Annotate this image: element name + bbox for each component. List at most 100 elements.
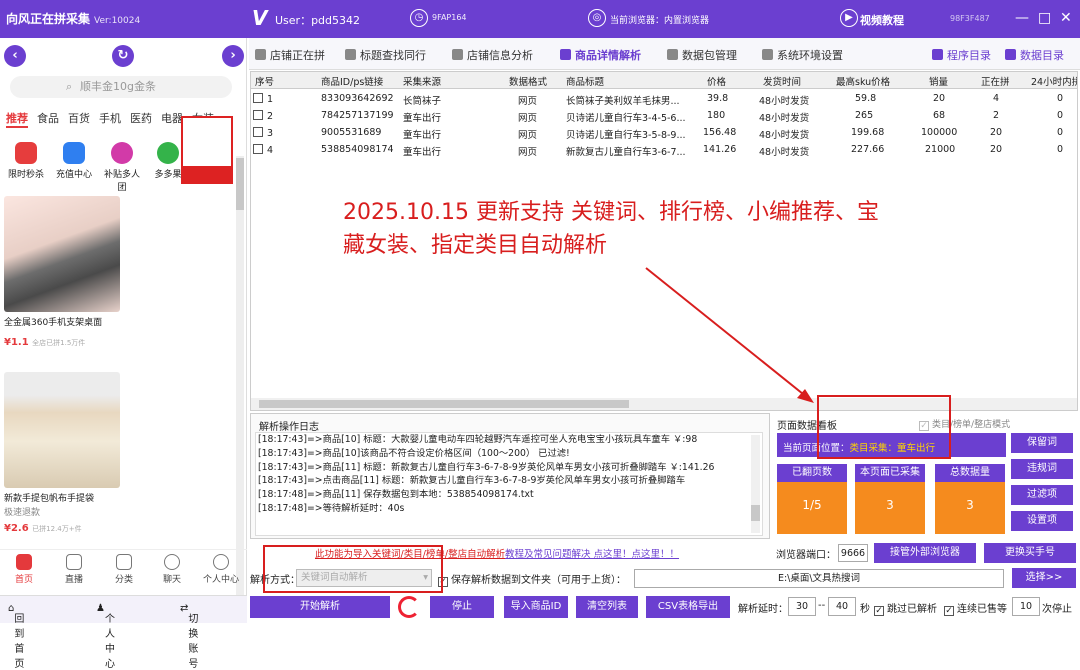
column-header[interactable]: 价格 xyxy=(707,74,726,88)
log-line: [18:17:48]=>商品[11] 保存数据包到本地：538854098174… xyxy=(258,489,534,501)
column-header[interactable]: 24小时内拼 xyxy=(1031,74,1077,88)
product-card[interactable]: 新款手提包帆布手提袋 极速退款 ¥2.6 已拼12.4万+件 xyxy=(4,372,120,534)
log-textarea[interactable]: [18:17:43]=>商品[10] 标题：大款婴儿童电动车四轮越野汽车遥控可坐… xyxy=(255,432,763,536)
csv-export-button[interactable]: CSV表格导出 xyxy=(646,596,730,618)
column-header[interactable]: 数据格式 xyxy=(509,74,547,88)
stat-total: 总数据量 3 xyxy=(935,464,1005,534)
minimize-button[interactable]: — xyxy=(1015,10,1029,26)
log-line: [18:17:43]=>商品[11] 标题：新款复古儿童自行车3-6-7-8-9… xyxy=(258,461,715,473)
check-icon: ✓ xyxy=(874,606,884,616)
save-folder-checkbox[interactable]: ✓ 保存解析数据到文件夹（可用于上货）： xyxy=(438,571,626,587)
switch-account-button[interactable]: ⇄ 切换账号 xyxy=(180,603,198,670)
database-icon xyxy=(667,49,678,60)
search-input[interactable]: ⌕ 顺丰金10g金条 xyxy=(10,76,232,98)
column-header[interactable]: 商品ID/ps链接 xyxy=(321,74,383,88)
tab-shops[interactable]: 店铺正在拼 xyxy=(255,47,325,63)
tab-shop-analysis[interactable]: 店铺信息分析 xyxy=(452,47,533,63)
row-checkbox[interactable] xyxy=(253,127,263,137)
settings-button[interactable]: 设置项 xyxy=(1011,511,1073,531)
cat-tab[interactable]: 电器 xyxy=(161,110,183,126)
tab-env[interactable]: 系统环境设置 xyxy=(762,47,843,63)
port-input[interactable]: 9666 xyxy=(838,544,868,562)
filter-button[interactable]: 过滤项 xyxy=(1011,485,1073,505)
cell: 9005531689 xyxy=(321,127,382,138)
left-scrollbar[interactable] xyxy=(236,156,244,611)
nav-home[interactable]: 首页 xyxy=(4,554,44,585)
import-ids-button[interactable]: 导入商品ID xyxy=(504,596,568,618)
column-header[interactable]: 商品标题 xyxy=(566,74,604,88)
product-sold: 全店已拼1.5万件 xyxy=(32,339,86,347)
keep-words-button[interactable]: 保留词 xyxy=(1011,433,1073,453)
table-row[interactable]: 4 538854098174 童车出行 网页 新款复古儿童自行车3-6-7...… xyxy=(251,142,1077,159)
cat-tab[interactable]: 食品 xyxy=(37,110,59,126)
tab-keyword[interactable]: 标题查找同行 xyxy=(345,47,426,63)
start-parse-button[interactable]: 开始解析 xyxy=(250,596,390,618)
choose-folder-button[interactable]: 选择>> xyxy=(1012,568,1076,588)
switch-buyer-button[interactable]: 更换买手号 xyxy=(984,543,1076,563)
stop-button[interactable]: 停止 xyxy=(430,596,494,618)
column-header[interactable]: 销量 xyxy=(929,74,948,88)
consecutive-sold-checkbox[interactable]: ✓ 连续已售等 xyxy=(944,600,1007,616)
shortcut-group[interactable]: 补贴多人团 xyxy=(100,142,144,193)
footer-label: 回到首页 xyxy=(14,614,25,670)
nav-category[interactable]: 分类 xyxy=(104,554,144,585)
search-placeholder: 顺丰金10g金条 xyxy=(80,80,156,93)
table-row[interactable]: 1 833093642692 长筒袜子 网页 长筒袜子美利奴羊毛抹男... 39… xyxy=(251,91,1077,108)
tab-packages[interactable]: 数据包管理 xyxy=(667,47,737,63)
cat-tab[interactable]: 百货 xyxy=(68,110,90,126)
nav-chat[interactable]: 聊天 xyxy=(152,554,192,585)
shop-icon xyxy=(255,49,266,60)
search-icon: ⌕ xyxy=(66,80,73,93)
column-header[interactable]: 正在拼 xyxy=(981,74,1010,88)
folder-path-input[interactable]: E:\桌面\文具热搜词 xyxy=(634,569,1004,588)
live-icon xyxy=(66,554,82,570)
row-checkbox[interactable] xyxy=(253,110,263,120)
go-home-button[interactable]: ⌂ 回到首页 xyxy=(8,603,24,670)
folder-icon xyxy=(932,49,943,60)
table-row[interactable]: 2 784257137199 童车出行 网页 贝诗诺儿童自行车3-4-5-6..… xyxy=(251,108,1077,125)
tab-detail[interactable]: 商品详情解析 xyxy=(560,47,641,63)
tab-label: 系统环境设置 xyxy=(777,49,843,62)
nav-profile[interactable]: 个人中心 xyxy=(198,554,244,585)
table-hscrollbar[interactable] xyxy=(251,398,1077,410)
shortcut-flash-sale[interactable]: 限时秒杀 xyxy=(4,142,48,180)
close-button[interactable]: ✕ xyxy=(1060,10,1072,26)
column-header[interactable]: 发货时间 xyxy=(763,74,801,88)
cell: 784257137199 xyxy=(321,110,394,121)
product-card[interactable]: 全金属360手机支架桌面 ¥1.1 全店已拼1.5万件 xyxy=(4,196,120,348)
connect-browser-button[interactable]: 接管外部浏览器 xyxy=(874,543,976,563)
data-dir-button[interactable]: 数据目录 xyxy=(1005,47,1064,63)
help-link[interactable]: 教程及常见问题解决 点这里！点这里！！ xyxy=(505,546,679,560)
column-header[interactable]: 序号 xyxy=(255,74,274,88)
program-dir-button[interactable]: 程序目录 xyxy=(932,47,991,63)
clear-list-button[interactable]: 清空列表 xyxy=(576,596,638,618)
row-checkbox[interactable] xyxy=(253,93,263,103)
tutorial-button[interactable]: 视频教程 xyxy=(860,12,904,28)
row-checkbox[interactable] xyxy=(253,144,263,154)
cell: 1 xyxy=(267,94,274,105)
table-row[interactable]: 3 9005531689 童车出行 网页 贝诗诺儿童自行车3-5-8-9... … xyxy=(251,125,1077,142)
delay-min-input[interactable]: 30 xyxy=(788,597,816,616)
shortcut-recharge[interactable]: 充值中心 xyxy=(52,142,96,180)
nav-live[interactable]: 直播 xyxy=(54,554,94,585)
personal-center-button[interactable]: ♟ 个人中心 xyxy=(96,603,115,670)
log-scrollbar[interactable] xyxy=(751,435,760,533)
maximize-button[interactable]: □ xyxy=(1038,10,1051,26)
column-header[interactable]: 采集来源 xyxy=(403,74,441,88)
consecutive-count-input[interactable]: 10 xyxy=(1012,597,1040,616)
cat-tab[interactable]: 手机 xyxy=(99,110,121,126)
back-button[interactable]: ‹ xyxy=(4,45,26,67)
highlight-box xyxy=(817,395,951,459)
refresh-button[interactable]: ↻ xyxy=(112,45,134,67)
delay-max-input[interactable]: 40 xyxy=(828,597,856,616)
chat-icon xyxy=(164,554,180,570)
cat-tab[interactable]: 医药 xyxy=(130,110,152,126)
main-tabs: 店铺正在拼 标题查找同行 店铺信息分析 商品详情解析 数据包管理 系统环境设置 … xyxy=(249,38,1080,70)
cat-tab[interactable]: 推荐 xyxy=(6,110,28,128)
skip-parsed-checkbox[interactable]: ✓ 跳过已解析 xyxy=(874,600,937,616)
banned-words-button[interactable]: 违规词 xyxy=(1011,459,1073,479)
play-icon[interactable]: ▶ xyxy=(840,9,858,27)
column-header[interactable]: 最高sku价格 xyxy=(836,74,890,88)
check-icon: ✓ xyxy=(944,606,954,616)
forward-button[interactable]: › xyxy=(222,45,244,67)
